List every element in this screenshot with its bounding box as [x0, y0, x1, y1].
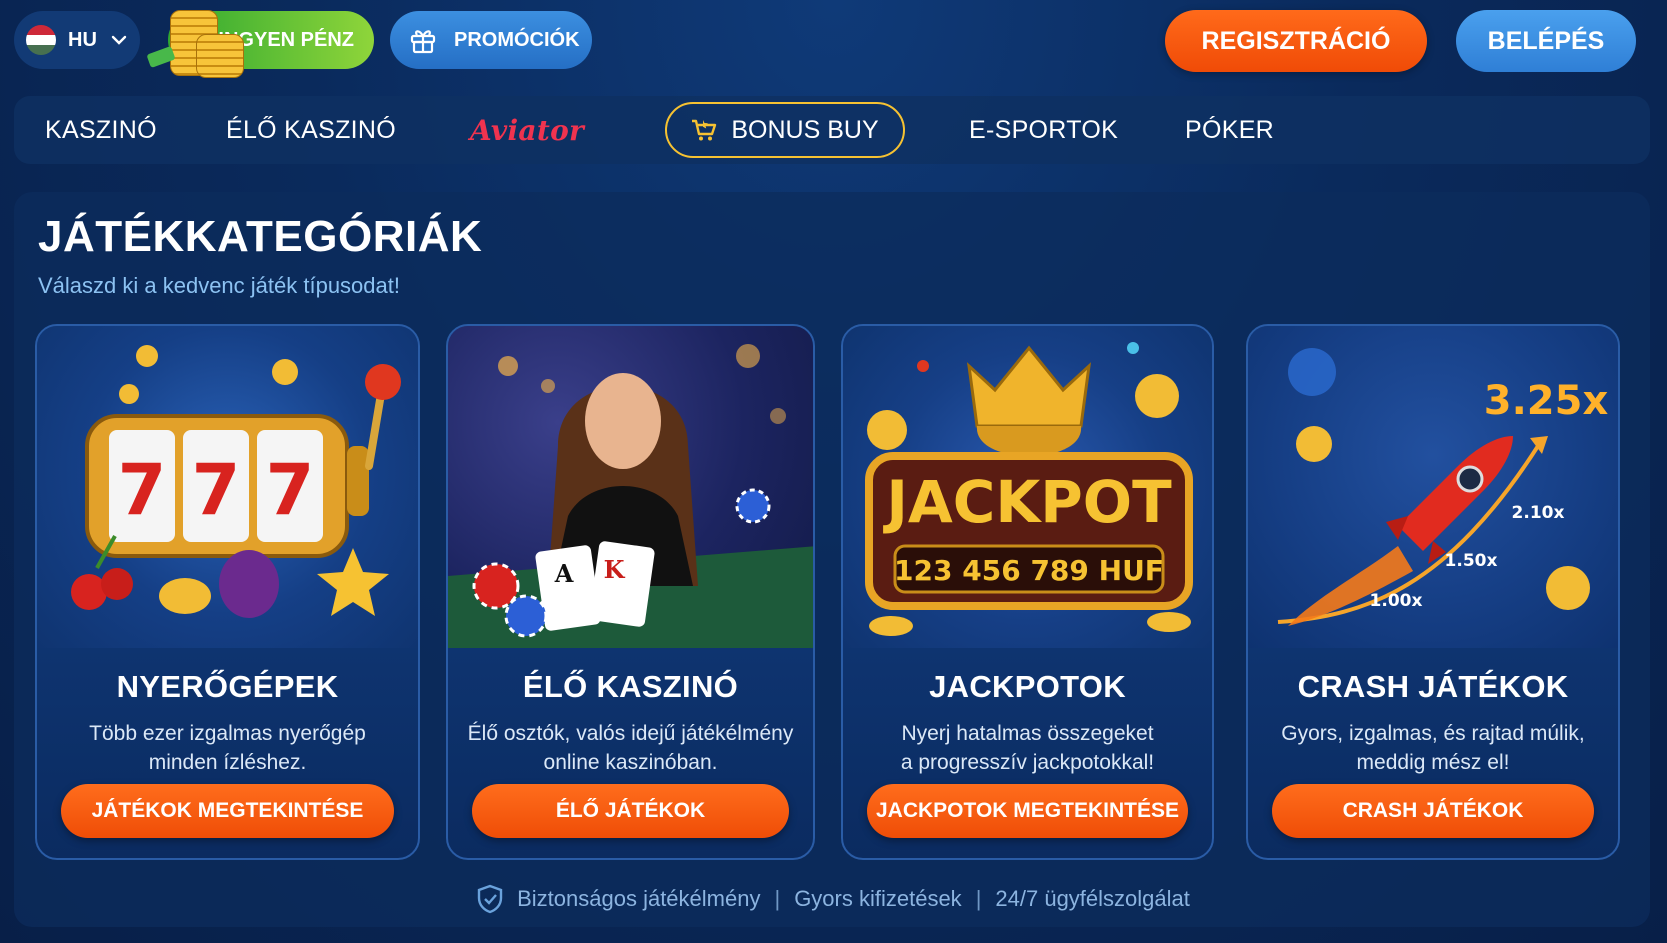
live-dealer-illustration: A K	[448, 326, 813, 648]
footer-separator: |	[975, 886, 982, 911]
card-title: NYERŐGÉPEK	[116, 669, 339, 704]
playing-card-rank: K	[604, 555, 626, 584]
button-label: JACKPOTOK MEGTEKINTÉSE	[876, 799, 1179, 822]
card-description-line: minden ízléshez.	[148, 751, 307, 774]
multiplier-mark: 1.50x	[1445, 551, 1498, 571]
login-button[interactable]: BELÉPÉS	[1456, 10, 1636, 72]
crash-games-button[interactable]: CRASH JÁTÉKOK	[1272, 784, 1594, 838]
nav-item-label: BONUS BUY	[731, 115, 879, 144]
login-label: BELÉPÉS	[1487, 26, 1605, 55]
nav-item-live-casino[interactable]: ÉLŐ KASZINÓ	[226, 96, 396, 164]
register-label: REGISZTRÁCIÓ	[1201, 26, 1391, 55]
coin-stack-icon	[146, 4, 248, 80]
page-title: JÁTÉKKATEGÓRIÁK	[38, 212, 483, 261]
page-subtitle: Válaszd ki a kedvenc játék típusodat!	[38, 273, 400, 298]
rocket-icon: 3.25x 2.10x 1.50x 1.00x	[1277, 348, 1609, 626]
promotions-button[interactable]: PROMÓCIÓK	[390, 11, 592, 69]
footer-separator: |	[774, 886, 781, 911]
button-label: JÁTÉKOK MEGTEKINTÉSE	[91, 799, 364, 822]
trust-footer: Biztonságos játékélmény | Gyors kifizeté…	[0, 880, 1667, 918]
slot-machine-icon: 7 7 7	[71, 345, 401, 618]
promotions-label: PROMÓCIÓK	[454, 28, 580, 51]
card-description: Nyerj hatalmas összegeket a progresszív …	[853, 719, 1202, 777]
footer-item-secure: Biztonságos játékélmény	[517, 886, 761, 911]
live-games-button[interactable]: ÉLŐ JÁTÉKOK	[472, 784, 789, 838]
main-nav: KASZINÓ ÉLŐ KASZINÓ Aviator BONUS BUY E-…	[14, 96, 1650, 164]
view-slots-button[interactable]: JÁTÉKOK MEGTEKINTÉSE	[61, 784, 394, 838]
chevron-down-icon	[111, 35, 127, 45]
crash-multiplier: 3.25x	[1484, 378, 1609, 424]
view-jackpots-button[interactable]: JACKPOTOK MEGTEKINTÉSE	[867, 784, 1188, 838]
category-card-crash-games[interactable]: 3.25x 2.10x 1.50x 1.00x CRASH JÁTÉKOK Gy…	[1246, 324, 1620, 860]
card-description-line: Nyerj hatalmas összegeket	[901, 722, 1154, 745]
aviator-logo: Aviator	[470, 113, 585, 147]
nav-item-aviator[interactable]: Aviator	[470, 96, 584, 164]
hungary-flag-icon	[26, 25, 56, 55]
language-code: HU	[68, 28, 97, 51]
multiplier-mark: 2.10x	[1512, 503, 1565, 523]
jackpot-illustration: JACKPOT 123 456 789 HUF	[843, 326, 1212, 648]
nav-item-bonus-buy[interactable]: BONUS BUY	[665, 102, 905, 158]
language-selector[interactable]: HU	[14, 11, 140, 69]
nav-item-esports[interactable]: E-SPORTOK	[969, 96, 1118, 164]
card-description-line: a progresszív jackpotokkal!	[900, 751, 1155, 774]
jackpot-sign-icon: JACKPOT 123 456 789 HUF	[865, 342, 1193, 636]
gift-icon	[410, 30, 436, 54]
playing-card-rank: A	[554, 559, 574, 588]
card-title: JACKPOTOK	[929, 669, 1126, 704]
card-description: Gyors, izgalmas, és rajtad múlik, meddig…	[1258, 719, 1608, 777]
category-card-jackpots[interactable]: JACKPOT 123 456 789 HUF JACKPOTOK Nyerj …	[841, 324, 1214, 860]
nav-item-label: KASZINÓ	[45, 115, 157, 144]
crash-rocket-illustration: 3.25x 2.10x 1.50x 1.00x	[1248, 326, 1618, 648]
footer-item-fast-payouts: Gyors kifizetések	[794, 886, 962, 911]
category-card-slots[interactable]: 7 7 7 NYERŐGÉPEK Több ezer izgalmas nyer…	[35, 324, 420, 860]
card-description: Több ezer izgalmas nyerőgép minden ízlés…	[47, 719, 408, 777]
footer-item-support: 24/7 ügyfélszolgálat	[995, 886, 1190, 911]
nav-item-label: PÓKER	[1185, 115, 1275, 144]
card-title: CRASH JÁTÉKOK	[1297, 669, 1569, 704]
nav-item-casino[interactable]: KASZINÓ	[45, 96, 157, 164]
card-description-line: online kaszinóban.	[543, 751, 718, 774]
category-card-live-casino[interactable]: A K ÉLŐ KASZINÓ Élő osztók, valós idejű …	[446, 324, 815, 860]
live-dealer-icon: A K	[448, 344, 813, 648]
nav-item-label: E-SPORTOK	[969, 115, 1119, 144]
jackpot-sign-text: JACKPOT	[882, 468, 1172, 536]
button-label: CRASH JÁTÉKOK	[1342, 799, 1524, 822]
card-title: ÉLŐ KASZINÓ	[522, 669, 739, 704]
jackpot-amount: 123 456 789 HUF	[894, 554, 1164, 587]
nav-item-label: ÉLŐ KASZINÓ	[226, 115, 397, 144]
shopping-cart-icon	[692, 119, 717, 141]
register-button[interactable]: REGISZTRÁCIÓ	[1165, 10, 1427, 72]
card-description-line: Élő osztók, valós idejű játékélmény	[467, 722, 794, 745]
card-description: Élő osztók, valós idejű játékélmény onli…	[458, 719, 803, 777]
card-description-line: Több ezer izgalmas nyerőgép	[89, 722, 366, 745]
multiplier-mark: 1.00x	[1370, 591, 1423, 611]
nav-item-poker[interactable]: PÓKER	[1185, 96, 1274, 164]
button-label: ÉLŐ JÁTÉKOK	[555, 799, 706, 822]
slot-machine-illustration: 7 7 7	[37, 326, 418, 648]
slot-reel-2: 7	[192, 449, 241, 531]
card-description-line: Gyors, izgalmas, és rajtad múlik,	[1281, 722, 1585, 745]
top-bar: HU INGYEN PÉNZ PROMÓCIÓK REGISZTRÁCIÓ BE…	[0, 0, 1667, 80]
card-description-line: meddig mész el!	[1356, 751, 1510, 774]
shield-check-icon	[477, 884, 503, 914]
slot-reel-3: 7	[266, 449, 315, 531]
slot-reel-1: 7	[118, 449, 167, 531]
